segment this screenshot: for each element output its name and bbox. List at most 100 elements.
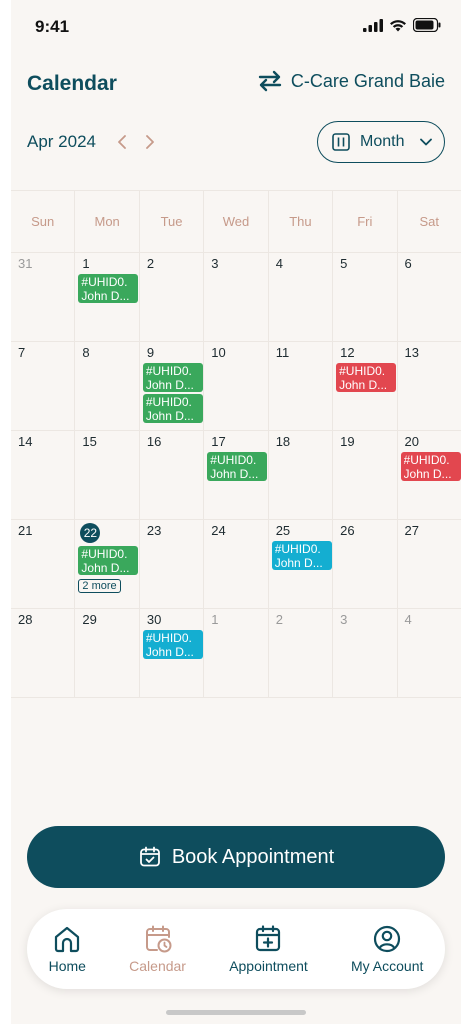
- calendar-day[interactable]: 21: [11, 520, 76, 608]
- app-screen: 9:41 Calendar C-Care Grand Baie Apr 2024…: [11, 0, 461, 1024]
- day-number: 8: [82, 345, 90, 360]
- event-patient-name: John D...: [145, 409, 194, 423]
- calendar-day[interactable]: 1 #UHID0. John D...: [75, 253, 140, 341]
- calendar-week: 28 29 30 #UHID0. John D... 1 2 3 4: [11, 609, 461, 698]
- day-number: 6: [404, 256, 412, 271]
- calendar-day[interactable]: 7: [11, 342, 76, 430]
- event-patient-id: #UHID0.: [145, 395, 192, 409]
- calendar-day[interactable]: 3: [204, 253, 269, 341]
- day-number: 1: [82, 256, 90, 271]
- appointment-event[interactable]: #UHID0. John D...: [207, 452, 268, 481]
- clinic-name: C-Care Grand Baie: [290, 70, 445, 91]
- view-mode-select[interactable]: Month: [317, 121, 445, 163]
- calendar-day[interactable]: 2: [140, 253, 205, 341]
- nav-my-account[interactable]: My Account: [351, 924, 423, 974]
- event-patient-name: John D...: [339, 378, 388, 392]
- day-number: 13: [404, 345, 419, 360]
- day-number: 2: [146, 256, 155, 271]
- month-label: Apr 2024: [27, 132, 96, 151]
- nav-calendar[interactable]: Calendar: [129, 924, 186, 974]
- calendar-day[interactable]: 27: [398, 520, 461, 608]
- day-number: 4: [404, 612, 412, 627]
- day-number: 5: [340, 256, 348, 271]
- event-patient-name: John D...: [274, 556, 323, 570]
- calendar-day[interactable]: 2: [269, 609, 334, 697]
- appointment-event[interactable]: #UHID0. John D...: [142, 394, 203, 423]
- calendar-day[interactable]: 19: [333, 431, 398, 519]
- calendar-day[interactable]: 23: [140, 520, 205, 608]
- nav-home[interactable]: Home: [49, 924, 86, 974]
- day-number: 27: [404, 523, 419, 538]
- calendar-day[interactable]: 15: [75, 431, 140, 519]
- event-patient-name: John D...: [81, 561, 130, 575]
- calendar-day[interactable]: 18: [269, 431, 334, 519]
- home-icon: [55, 926, 80, 953]
- nav-appointment[interactable]: Appointment: [229, 924, 308, 974]
- previous-month-button[interactable]: [111, 131, 133, 153]
- status-bar: 9:41: [11, 0, 461, 54]
- nav-home-label: Home: [48, 958, 86, 974]
- weekday-label: Tue: [140, 191, 205, 252]
- day-number: 10: [211, 345, 226, 360]
- calendar-day[interactable]: 10: [204, 342, 269, 430]
- calendar-day[interactable]: 29: [75, 609, 140, 697]
- day-number: 28: [18, 612, 33, 627]
- calendar-day[interactable]: 25 #UHID0. John D...: [269, 520, 334, 608]
- weekday-label: Wed: [204, 191, 269, 252]
- appointment-event[interactable]: #UHID0. John D...: [400, 452, 461, 481]
- day-number: 1: [211, 612, 219, 627]
- clinic-switcher[interactable]: C-Care Grand Baie: [257, 70, 445, 92]
- appointment-event[interactable]: #UHID0. John D...: [78, 274, 139, 303]
- page-title: Calendar: [27, 72, 117, 95]
- day-number: 3: [211, 256, 219, 271]
- appointment-event[interactable]: #UHID0. John D...: [78, 546, 139, 575]
- chevron-left-icon: [118, 135, 126, 149]
- calendar-day[interactable]: 20 #UHID0. John D...: [398, 431, 461, 519]
- calendar-day[interactable]: 31: [11, 253, 76, 341]
- calendar-day[interactable]: 30 #UHID0. John D...: [140, 609, 205, 697]
- more-events-link[interactable]: 2 more: [78, 579, 121, 593]
- calendar-day[interactable]: 13: [398, 342, 461, 430]
- calendar-day[interactable]: 17 #UHID0. John D...: [204, 431, 269, 519]
- calendar-day[interactable]: 5: [333, 253, 398, 341]
- chevron-down-icon: [420, 138, 432, 146]
- weekday-label: Fri: [333, 191, 398, 252]
- battery-icon: [413, 18, 441, 32]
- calendar-day[interactable]: 6: [398, 253, 461, 341]
- calendar-day[interactable]: 1: [204, 609, 269, 697]
- calendar-day[interactable]: 28: [11, 609, 76, 697]
- day-number: 29: [82, 612, 97, 627]
- bottom-navigation: Home Calendar Appointment My Account: [27, 909, 445, 989]
- appointment-event[interactable]: #UHID0. John D...: [336, 363, 397, 392]
- calendar-day[interactable]: 4: [398, 609, 461, 697]
- appointment-event[interactable]: #UHID0. John D...: [142, 363, 203, 392]
- calendar-day-today[interactable]: 22 #UHID0. John D... 2 more: [75, 520, 140, 608]
- columns-icon: [332, 133, 350, 151]
- calendar-day[interactable]: 8: [75, 342, 140, 430]
- event-patient-name: John D...: [81, 289, 130, 303]
- event-patient-name: John D...: [145, 378, 194, 392]
- calendar-day[interactable]: 14: [11, 431, 76, 519]
- appointment-event[interactable]: #UHID0. John D...: [271, 541, 332, 570]
- weekday-label: Sat: [419, 214, 439, 229]
- calendar-day[interactable]: 26: [333, 520, 398, 608]
- calendar-day[interactable]: 3: [333, 609, 398, 697]
- calendar-weeks: 31 1 #UHID0. John D... 2 3 4 5 6 7 8 9 #UHID0. John D…: [11, 253, 461, 698]
- chevron-right-icon: [146, 135, 154, 149]
- calendar-day[interactable]: 9 #UHID0. John D... #UHID0. John D...: [140, 342, 205, 430]
- account-icon: [374, 925, 401, 953]
- calendar-week: 7 8 9 #UHID0. John D... #UHID0. John D... 10 11 1…: [11, 342, 461, 431]
- calendar-day[interactable]: 16: [140, 431, 205, 519]
- appointment-event[interactable]: #UHID0. John D...: [142, 630, 203, 659]
- book-appointment-button[interactable]: Book Appointment: [27, 826, 445, 888]
- day-number: 15: [82, 434, 97, 449]
- weekday-label: Mon: [75, 191, 140, 252]
- event-patient-name: John D...: [145, 645, 194, 659]
- next-month-button[interactable]: [139, 131, 161, 153]
- calendar-day[interactable]: 24: [204, 520, 269, 608]
- calendar-day[interactable]: 12 #UHID0. John D...: [333, 342, 398, 430]
- book-appointment-label: Book Appointment: [171, 845, 335, 868]
- calendar-day[interactable]: 11: [269, 342, 334, 430]
- calendar-day[interactable]: 4: [269, 253, 334, 341]
- weekday-label: Sun: [11, 191, 76, 252]
